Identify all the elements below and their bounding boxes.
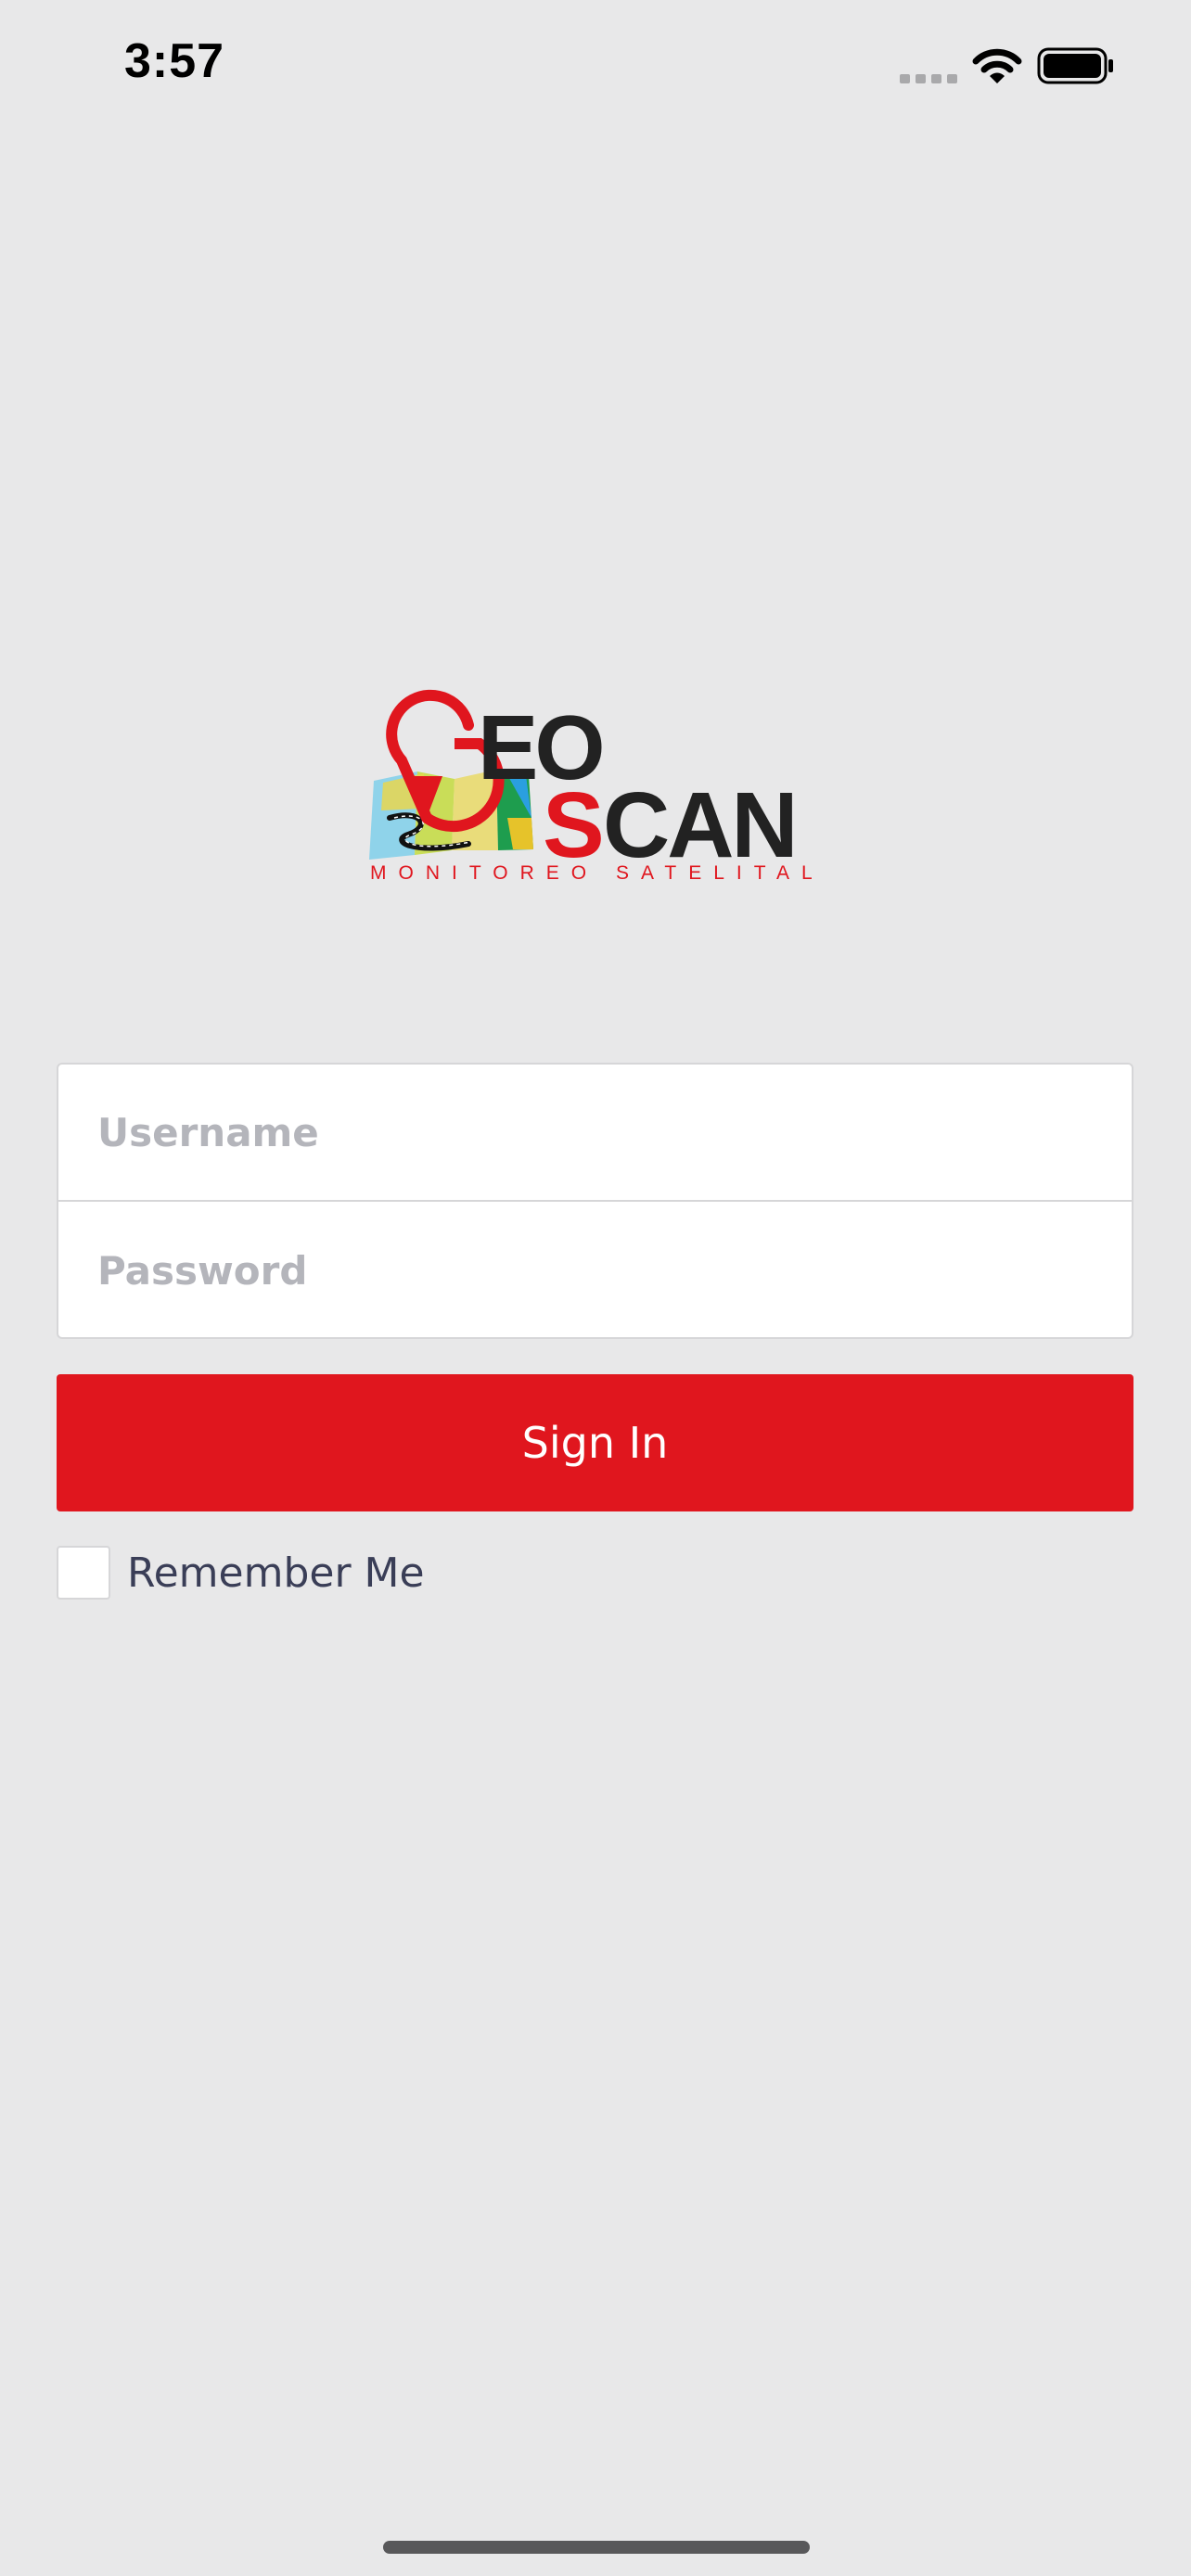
password-input[interactable]: [58, 1202, 1132, 1339]
home-indicator[interactable]: [383, 2541, 810, 2554]
logo-tagline: MONITOREO SATELITAL: [370, 862, 825, 884]
status-time: 3:57: [124, 34, 225, 88]
username-input[interactable]: [58, 1065, 1132, 1200]
sign-in-button[interactable]: Sign In: [57, 1374, 1133, 1511]
remember-me-checkbox[interactable]: [57, 1546, 110, 1600]
wifi-icon: [972, 48, 1022, 83]
login-field-group: [57, 1063, 1133, 1339]
password-field-container: [58, 1202, 1132, 1339]
cellular-signal-icon: [900, 74, 957, 83]
geoscan-logo: EO S CAN MONITOREO SATELITAL: [369, 689, 825, 884]
battery-icon: [1037, 47, 1113, 84]
remember-me-label[interactable]: Remember Me: [127, 1549, 425, 1597]
remember-me-row: Remember Me: [57, 1545, 425, 1600]
username-field-container: [58, 1065, 1132, 1202]
sign-in-label: Sign In: [521, 1418, 669, 1468]
